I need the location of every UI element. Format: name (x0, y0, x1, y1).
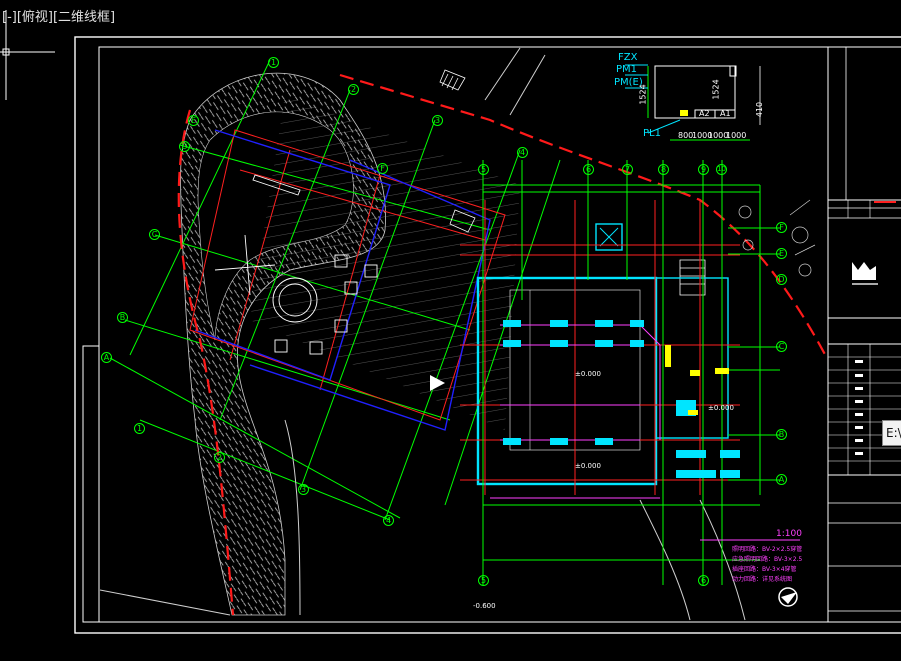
note-line: 插座回路：BV-3×4穿管 (732, 566, 797, 573)
scale-label: 1:100 (776, 529, 802, 539)
room-elevation-label: ±0.000 (575, 370, 601, 378)
axis-bubble: F (776, 222, 787, 233)
axis-bubble: 9 (698, 164, 709, 175)
company-logo-icon (852, 262, 878, 285)
axis-bubble: 1 (134, 423, 145, 434)
legend-dim-800: 800 (678, 131, 694, 140)
axis-bubble: 6 (583, 164, 594, 175)
legend-label-fzx: FZX (618, 52, 638, 63)
north-arrow-icon (778, 587, 798, 607)
legend-dim-vertical-a: 1524 (638, 84, 648, 105)
axis-bubble: 3 (298, 484, 309, 495)
legend-dim-right: 410 (755, 101, 765, 118)
legend-cell-a1: A1 (720, 109, 731, 118)
note-line: 照明回路：BV-2×2.5穿管 (732, 546, 803, 553)
viewport-controls-label[interactable]: [-][俯视][二维线框] (2, 6, 115, 25)
axis-bubble: 6 (698, 575, 709, 586)
title-block-path-tooltip[interactable]: E:\ (882, 420, 901, 446)
axis-bubble: 5 (478, 575, 489, 586)
axis-bubble: F (377, 163, 388, 174)
note-line: 动力回路：详见系统图 (732, 576, 793, 583)
axis-bubble: D (179, 141, 190, 152)
sheet-left-strip (82, 345, 100, 623)
axis-bubble: E (188, 115, 199, 126)
axis-bubble: 2 (348, 84, 359, 95)
axis-bubble: B (776, 429, 787, 440)
deck-stripe-area (250, 95, 520, 430)
axis-bubble: A (776, 474, 787, 485)
legend-pl-label: PL1 (643, 128, 661, 139)
landscape-trees (738, 199, 816, 277)
light-fixtures (503, 320, 740, 478)
room-elevation-label: ±0.000 (708, 404, 734, 412)
note-line: 应急照明回路：BV-3×2.5 (732, 556, 803, 563)
axis-bubble: 3 (432, 115, 443, 126)
axis-bubble: A (101, 352, 112, 363)
legend-dim-1000-c: 1000 (726, 131, 747, 140)
axis-bubble: 4 (383, 515, 394, 526)
axis-bubble: 2 (214, 452, 225, 463)
axis-bubble: D (776, 274, 787, 285)
axis-bubble: 5 (478, 164, 489, 175)
axis-bubble: C (776, 341, 787, 352)
axis-bubble: C (149, 229, 160, 240)
legend-cell-a2: A2 (699, 109, 710, 118)
axis-bubble: E (776, 248, 787, 259)
axis-bubble: B (117, 312, 128, 323)
room-elevation-label: -0.600 (473, 602, 496, 610)
legend-dim-vertical-b: 1524 (711, 79, 721, 100)
title-block (827, 47, 901, 622)
axis-bubble: 1 (268, 57, 279, 68)
axis-bubble: 7 (622, 164, 633, 175)
wiring-magenta (490, 324, 800, 541)
axis-bubble: 4 (517, 147, 528, 158)
axis-bubble: 8 (658, 164, 669, 175)
axis-bubble: 10 (716, 164, 727, 175)
legend-label-pm1: PM1 (616, 64, 638, 75)
room-elevation-label: ±0.000 (575, 462, 601, 470)
building-grid-green (482, 160, 780, 585)
